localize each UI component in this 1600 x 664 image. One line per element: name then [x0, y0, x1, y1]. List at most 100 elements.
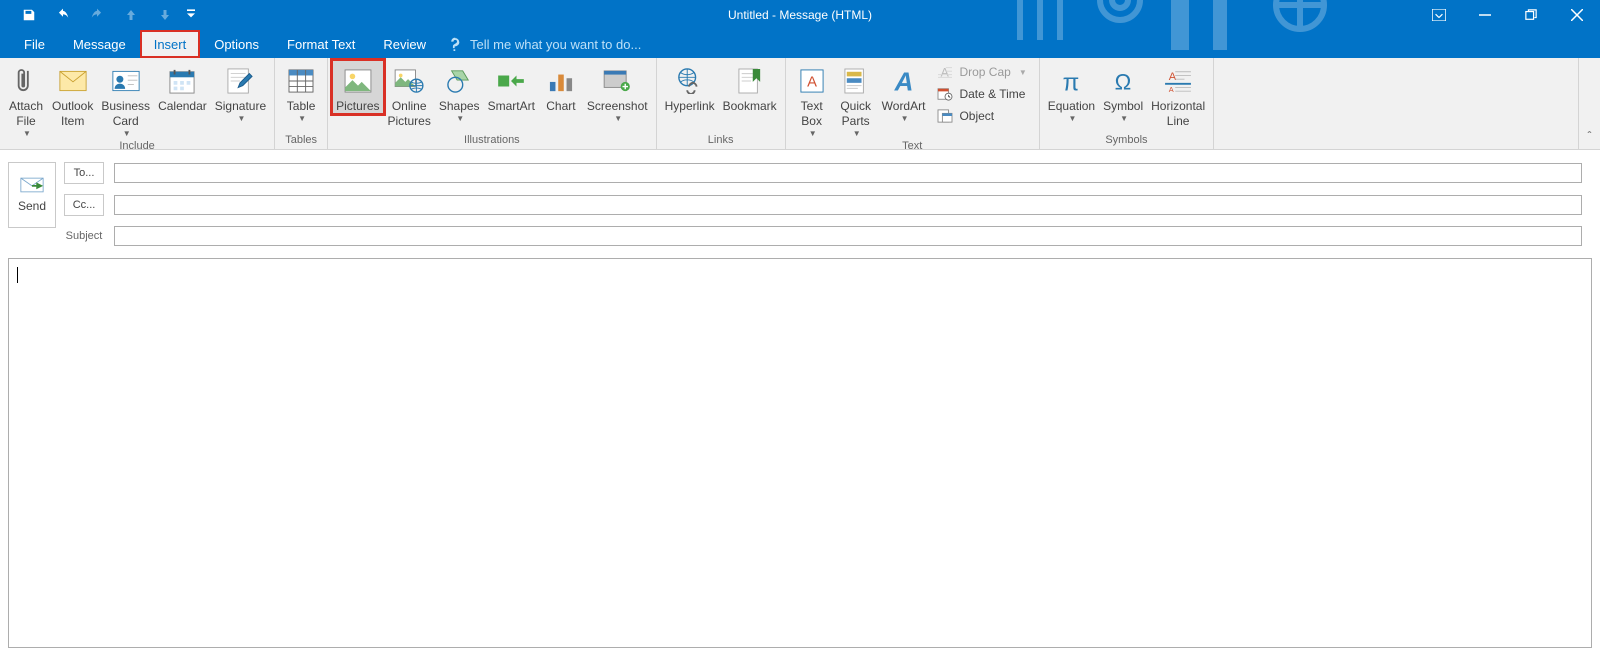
hyperlink-button[interactable]: Hyperlink — [661, 60, 719, 114]
group-text: A Text Box ▼ Quick Parts ▼ A WordArt ▼ A… — [786, 58, 1040, 149]
group-include: Attach File ▼ Outlook Item Business Card… — [0, 58, 275, 149]
wordart-button[interactable]: A WordArt ▼ — [878, 60, 930, 123]
date-time-button[interactable]: Date & Time — [931, 84, 1032, 104]
tab-message[interactable]: Message — [59, 30, 140, 58]
online-pictures-icon — [394, 65, 424, 97]
symbol-icon: Ω — [1109, 65, 1137, 97]
business-card-button[interactable]: Business Card ▼ — [97, 60, 154, 138]
cc-input[interactable] — [114, 195, 1582, 215]
to-button[interactable]: To... — [64, 162, 104, 184]
calendar-icon — [169, 65, 195, 97]
group-label-tables: Tables — [279, 132, 323, 149]
tell-me-search[interactable]: Tell me what you want to do... — [440, 30, 641, 58]
group-label-include: Include — [4, 138, 270, 155]
horizontal-line-button[interactable]: AA Horizontal Line — [1147, 60, 1209, 129]
svg-text:A: A — [1169, 85, 1174, 93]
tab-format-text[interactable]: Format Text — [273, 30, 369, 58]
quick-access-toolbar — [0, 0, 200, 30]
text-caret — [17, 267, 18, 283]
equation-button[interactable]: π Equation ▼ — [1044, 60, 1099, 123]
screenshot-icon — [603, 65, 631, 97]
chevron-down-icon: ▼ — [1068, 114, 1076, 123]
redo-button[interactable] — [80, 0, 114, 30]
save-button[interactable] — [12, 0, 46, 30]
chevron-down-icon: ▼ — [809, 129, 817, 138]
picture-icon — [344, 65, 372, 97]
window-controls — [1416, 0, 1600, 30]
outlook-item-button[interactable]: Outlook Item — [48, 60, 97, 129]
attach-file-button[interactable]: Attach File ▼ — [4, 60, 48, 138]
maximize-button[interactable] — [1508, 0, 1554, 30]
online-pictures-button[interactable]: Online Pictures — [384, 60, 435, 129]
customize-qat-button[interactable] — [182, 0, 200, 30]
chevron-down-icon: ▼ — [1120, 114, 1128, 123]
subject-row: Subject — [64, 226, 1582, 246]
group-illustrations: Pictures Online Pictures Shapes ▼ SmartA… — [328, 58, 656, 149]
signature-icon — [227, 65, 253, 97]
symbol-button[interactable]: Ω Symbol ▼ — [1099, 60, 1147, 123]
message-body[interactable] — [8, 258, 1592, 648]
send-icon — [20, 177, 44, 193]
quick-parts-button[interactable]: Quick Parts ▼ — [834, 60, 878, 138]
text-box-icon: A — [800, 65, 824, 97]
shapes-button[interactable]: Shapes ▼ — [435, 60, 484, 123]
paperclip-icon — [15, 65, 37, 97]
bookmark-button[interactable]: Bookmark — [719, 60, 781, 114]
svg-text:A: A — [1169, 71, 1177, 83]
subject-input[interactable] — [114, 226, 1582, 246]
svg-text:Ω: Ω — [1115, 69, 1132, 94]
undo-button[interactable] — [46, 0, 80, 30]
ribbon-tabs: File Message Insert Options Format Text … — [0, 30, 1600, 58]
ribbon-display-options-button[interactable] — [1416, 0, 1462, 30]
chevron-down-icon: ▼ — [1019, 68, 1027, 77]
envelope-icon — [59, 65, 87, 97]
pictures-button[interactable]: Pictures — [332, 60, 383, 114]
group-label-symbols: Symbols — [1044, 132, 1209, 149]
to-input[interactable] — [114, 163, 1582, 183]
chart-icon — [548, 65, 574, 97]
svg-text:A: A — [807, 75, 817, 91]
equation-icon: π — [1057, 65, 1085, 97]
minimize-button[interactable] — [1462, 0, 1508, 30]
chevron-down-icon: ▼ — [123, 129, 131, 138]
send-button[interactable]: Send — [8, 162, 56, 228]
cc-button[interactable]: Cc... — [64, 194, 104, 216]
window-title: Untitled - Message (HTML) — [728, 8, 872, 22]
chevron-down-icon: ▼ — [23, 129, 31, 138]
tab-review[interactable]: Review — [369, 30, 440, 58]
cc-row: Cc... — [64, 194, 1582, 216]
group-symbols: π Equation ▼ Ω Symbol ▼ AA Horizontal Li… — [1040, 58, 1214, 149]
group-tables: Table ▼ Tables — [275, 58, 328, 149]
tab-file[interactable]: File — [10, 30, 59, 58]
subject-label: Subject — [64, 230, 104, 242]
drop-cap-icon: A — [937, 64, 953, 80]
shapes-icon — [446, 65, 472, 97]
collapse-ribbon-button[interactable]: ˆ — [1578, 58, 1600, 149]
object-icon — [937, 108, 953, 124]
chart-button[interactable]: Chart — [539, 60, 583, 114]
screenshot-button[interactable]: Screenshot ▼ — [583, 60, 652, 123]
next-item-button[interactable] — [148, 0, 182, 30]
hyperlink-icon — [676, 65, 704, 97]
table-button[interactable]: Table ▼ — [279, 60, 323, 123]
close-button[interactable] — [1554, 0, 1600, 30]
text-box-button[interactable]: A Text Box ▼ — [790, 60, 834, 138]
group-label-text: Text — [790, 138, 1035, 155]
quick-parts-icon — [844, 65, 868, 97]
previous-item-button[interactable] — [114, 0, 148, 30]
calendar-button[interactable]: Calendar — [154, 60, 211, 114]
table-icon — [288, 65, 314, 97]
drop-cap-button[interactable]: A Drop Cap▼ — [931, 62, 1032, 82]
group-links: Hyperlink Bookmark Links — [657, 58, 786, 149]
tab-options[interactable]: Options — [200, 30, 273, 58]
smartart-button[interactable]: SmartArt — [484, 60, 539, 114]
tab-insert[interactable]: Insert — [140, 30, 201, 58]
signature-button[interactable]: Signature ▼ — [211, 60, 270, 123]
smartart-icon — [497, 65, 525, 97]
chevron-down-icon: ▼ — [237, 114, 245, 123]
wordart-icon: A — [890, 65, 918, 97]
bookmark-icon — [738, 65, 762, 97]
object-button[interactable]: Object — [931, 106, 1032, 126]
group-label-illustrations: Illustrations — [332, 132, 651, 149]
chevron-down-icon: ▼ — [614, 114, 622, 123]
